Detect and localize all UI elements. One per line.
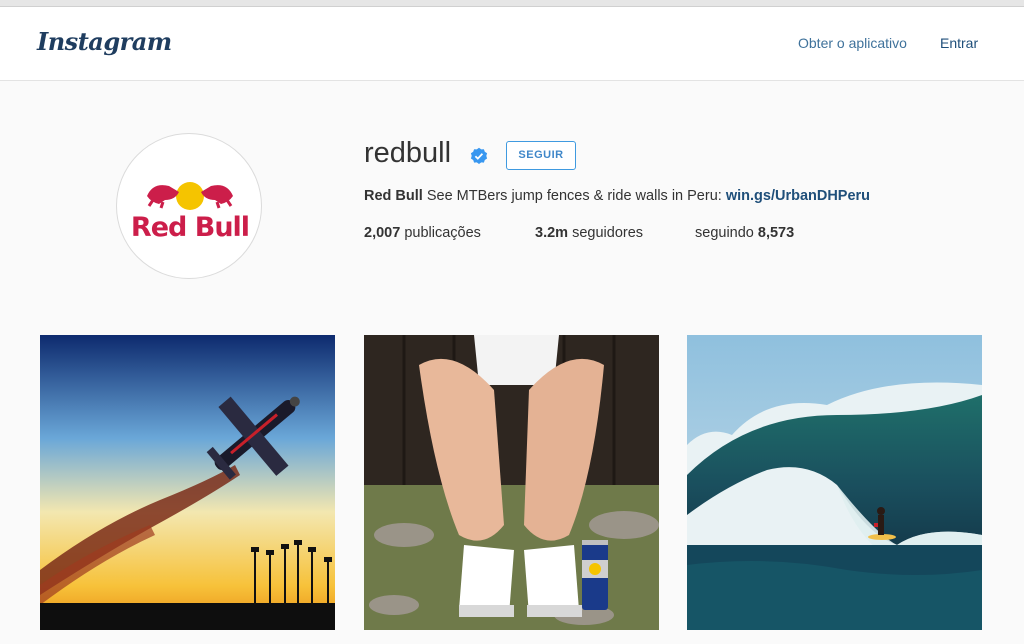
following-stat[interactable]: seguindo 8,573 — [695, 225, 794, 241]
girl-with-can-image — [364, 335, 659, 630]
profile-bio: Red Bull See MTBers jump fences & ride w… — [364, 188, 870, 204]
instagram-logo[interactable]: Instagram — [37, 27, 172, 56]
browser-top-strip — [0, 0, 1024, 7]
followers-stat[interactable]: 3.2m seguidores — [535, 225, 643, 241]
bio-full-name: Red Bull — [364, 188, 423, 204]
followers-label: seguidores — [568, 225, 644, 241]
posts-label: publicações — [400, 225, 481, 241]
followers-count: 3.2m — [535, 225, 569, 241]
follow-button[interactable]: SEGUIR — [506, 141, 576, 170]
bio-text: See MTBers jump fences & ride walls in P… — [422, 188, 726, 204]
bio-link[interactable]: win.gs/UrbanDHPeru — [726, 188, 870, 204]
top-navbar: Instagram Obter o aplicativo Entrar — [0, 7, 1024, 81]
avatar-brand-text: Red Bull — [130, 212, 250, 243]
posts-count: 2,007 — [364, 225, 401, 241]
following-label: seguindo — [695, 225, 758, 241]
posts-stat: 2,007 publicações — [364, 225, 481, 241]
post-thumbnail-1[interactable] — [40, 335, 335, 630]
login-link[interactable]: Entrar — [940, 35, 978, 51]
red-bull-logo-icon — [147, 182, 233, 210]
following-count: 8,573 — [757, 225, 795, 241]
profile-avatar[interactable]: Red Bull — [116, 133, 262, 279]
get-app-link[interactable]: Obter o aplicativo — [798, 35, 907, 51]
verified-badge-icon — [470, 147, 488, 164]
stunt-plane-image — [40, 335, 335, 630]
post-thumbnail-2[interactable] — [364, 335, 659, 630]
surfer-wave-image — [687, 335, 982, 630]
post-thumbnail-3[interactable] — [687, 335, 982, 630]
profile-username: redbull — [364, 137, 452, 169]
